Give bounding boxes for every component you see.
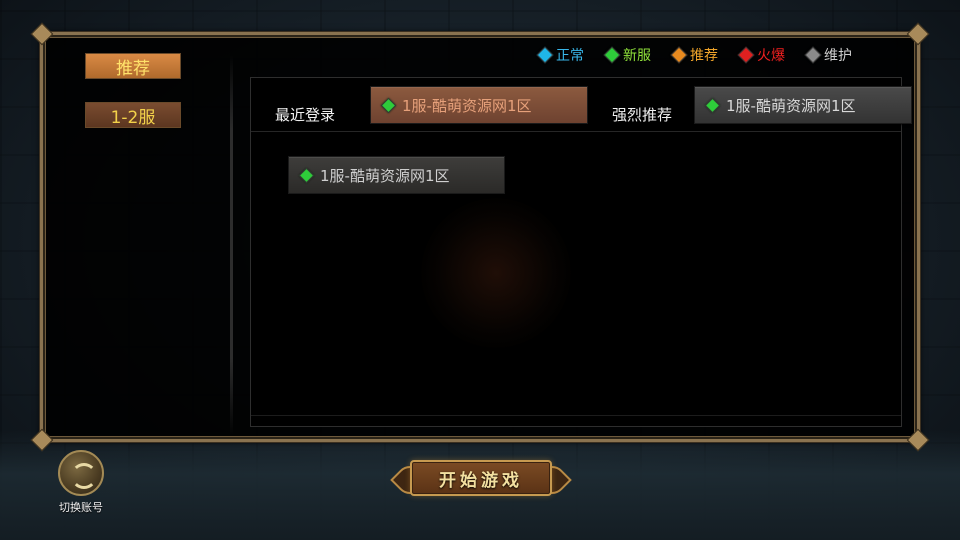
content-divider (251, 415, 901, 416)
server-select-panel: 推荐 1-2服 正常 新服 推荐 火爆 维护 最近登录 1服-酷萌资源网1区 强… (30, 22, 930, 452)
recent-login-label: 最近登录 (275, 106, 336, 124)
green-gem-icon (298, 167, 315, 183)
green-gem-icon (380, 97, 397, 113)
server-name: 1服-酷萌资源网1区 (402, 96, 532, 115)
legend-item-hot: 火爆 (737, 45, 785, 65)
start-game-label: 开始游戏 (439, 470, 523, 491)
server-list-item[interactable]: 1服-酷萌资源网1区 (288, 156, 505, 194)
sidebar-item-label: 推荐 (116, 58, 150, 79)
switch-account-label: 切换账号 (59, 501, 103, 514)
legend-item-new: 新服 (603, 45, 651, 65)
sidebar-divider (230, 55, 233, 435)
status-legend: 正常 新服 推荐 火爆 维护 (536, 45, 852, 65)
legend-item-maintenance: 维护 (804, 45, 852, 65)
recent-server-button[interactable]: 1服-酷萌资源网1区 (370, 86, 588, 124)
content-divider (251, 131, 901, 132)
green-gem-icon (704, 97, 721, 113)
switch-account-icon (58, 450, 104, 496)
faded-emblem (421, 198, 571, 348)
sidebar-item-recommended[interactable]: 推荐 (85, 53, 181, 79)
legend-item-recommended: 推荐 (670, 45, 718, 65)
cyan-gem-icon (536, 46, 554, 64)
server-list-area: 最近登录 1服-酷萌资源网1区 强烈推荐 1服-酷萌资源网1区 1服-酷萌资源网… (250, 77, 912, 427)
recommended-label: 强烈推荐 (612, 106, 673, 124)
start-game-button[interactable]: 开始游戏 (390, 452, 572, 504)
green-gem-icon (603, 46, 621, 64)
legend-label: 推荐 (690, 48, 718, 64)
legend-label: 新服 (623, 48, 651, 64)
recommended-server-button[interactable]: 1服-酷萌资源网1区 (694, 86, 912, 124)
sidebar-item-servers-1-2[interactable]: 1-2服 (85, 102, 181, 128)
server-name: 1服-酷萌资源网1区 (726, 96, 856, 115)
red-gem-icon (737, 46, 755, 64)
server-name: 1服-酷萌资源网1区 (320, 166, 450, 185)
sidebar-item-label: 1-2服 (110, 107, 156, 128)
legend-label: 正常 (556, 48, 584, 64)
start-game-label-plate: 开始游戏 (410, 460, 552, 496)
legend-label: 维护 (824, 48, 852, 64)
swap-arrows-icon (71, 463, 97, 489)
gray-gem-icon (804, 46, 822, 64)
legend-label: 火爆 (757, 48, 785, 64)
legend-item-normal: 正常 (536, 45, 584, 65)
switch-account-button[interactable]: 切换账号 (55, 450, 107, 515)
orange-gem-icon (670, 46, 688, 64)
